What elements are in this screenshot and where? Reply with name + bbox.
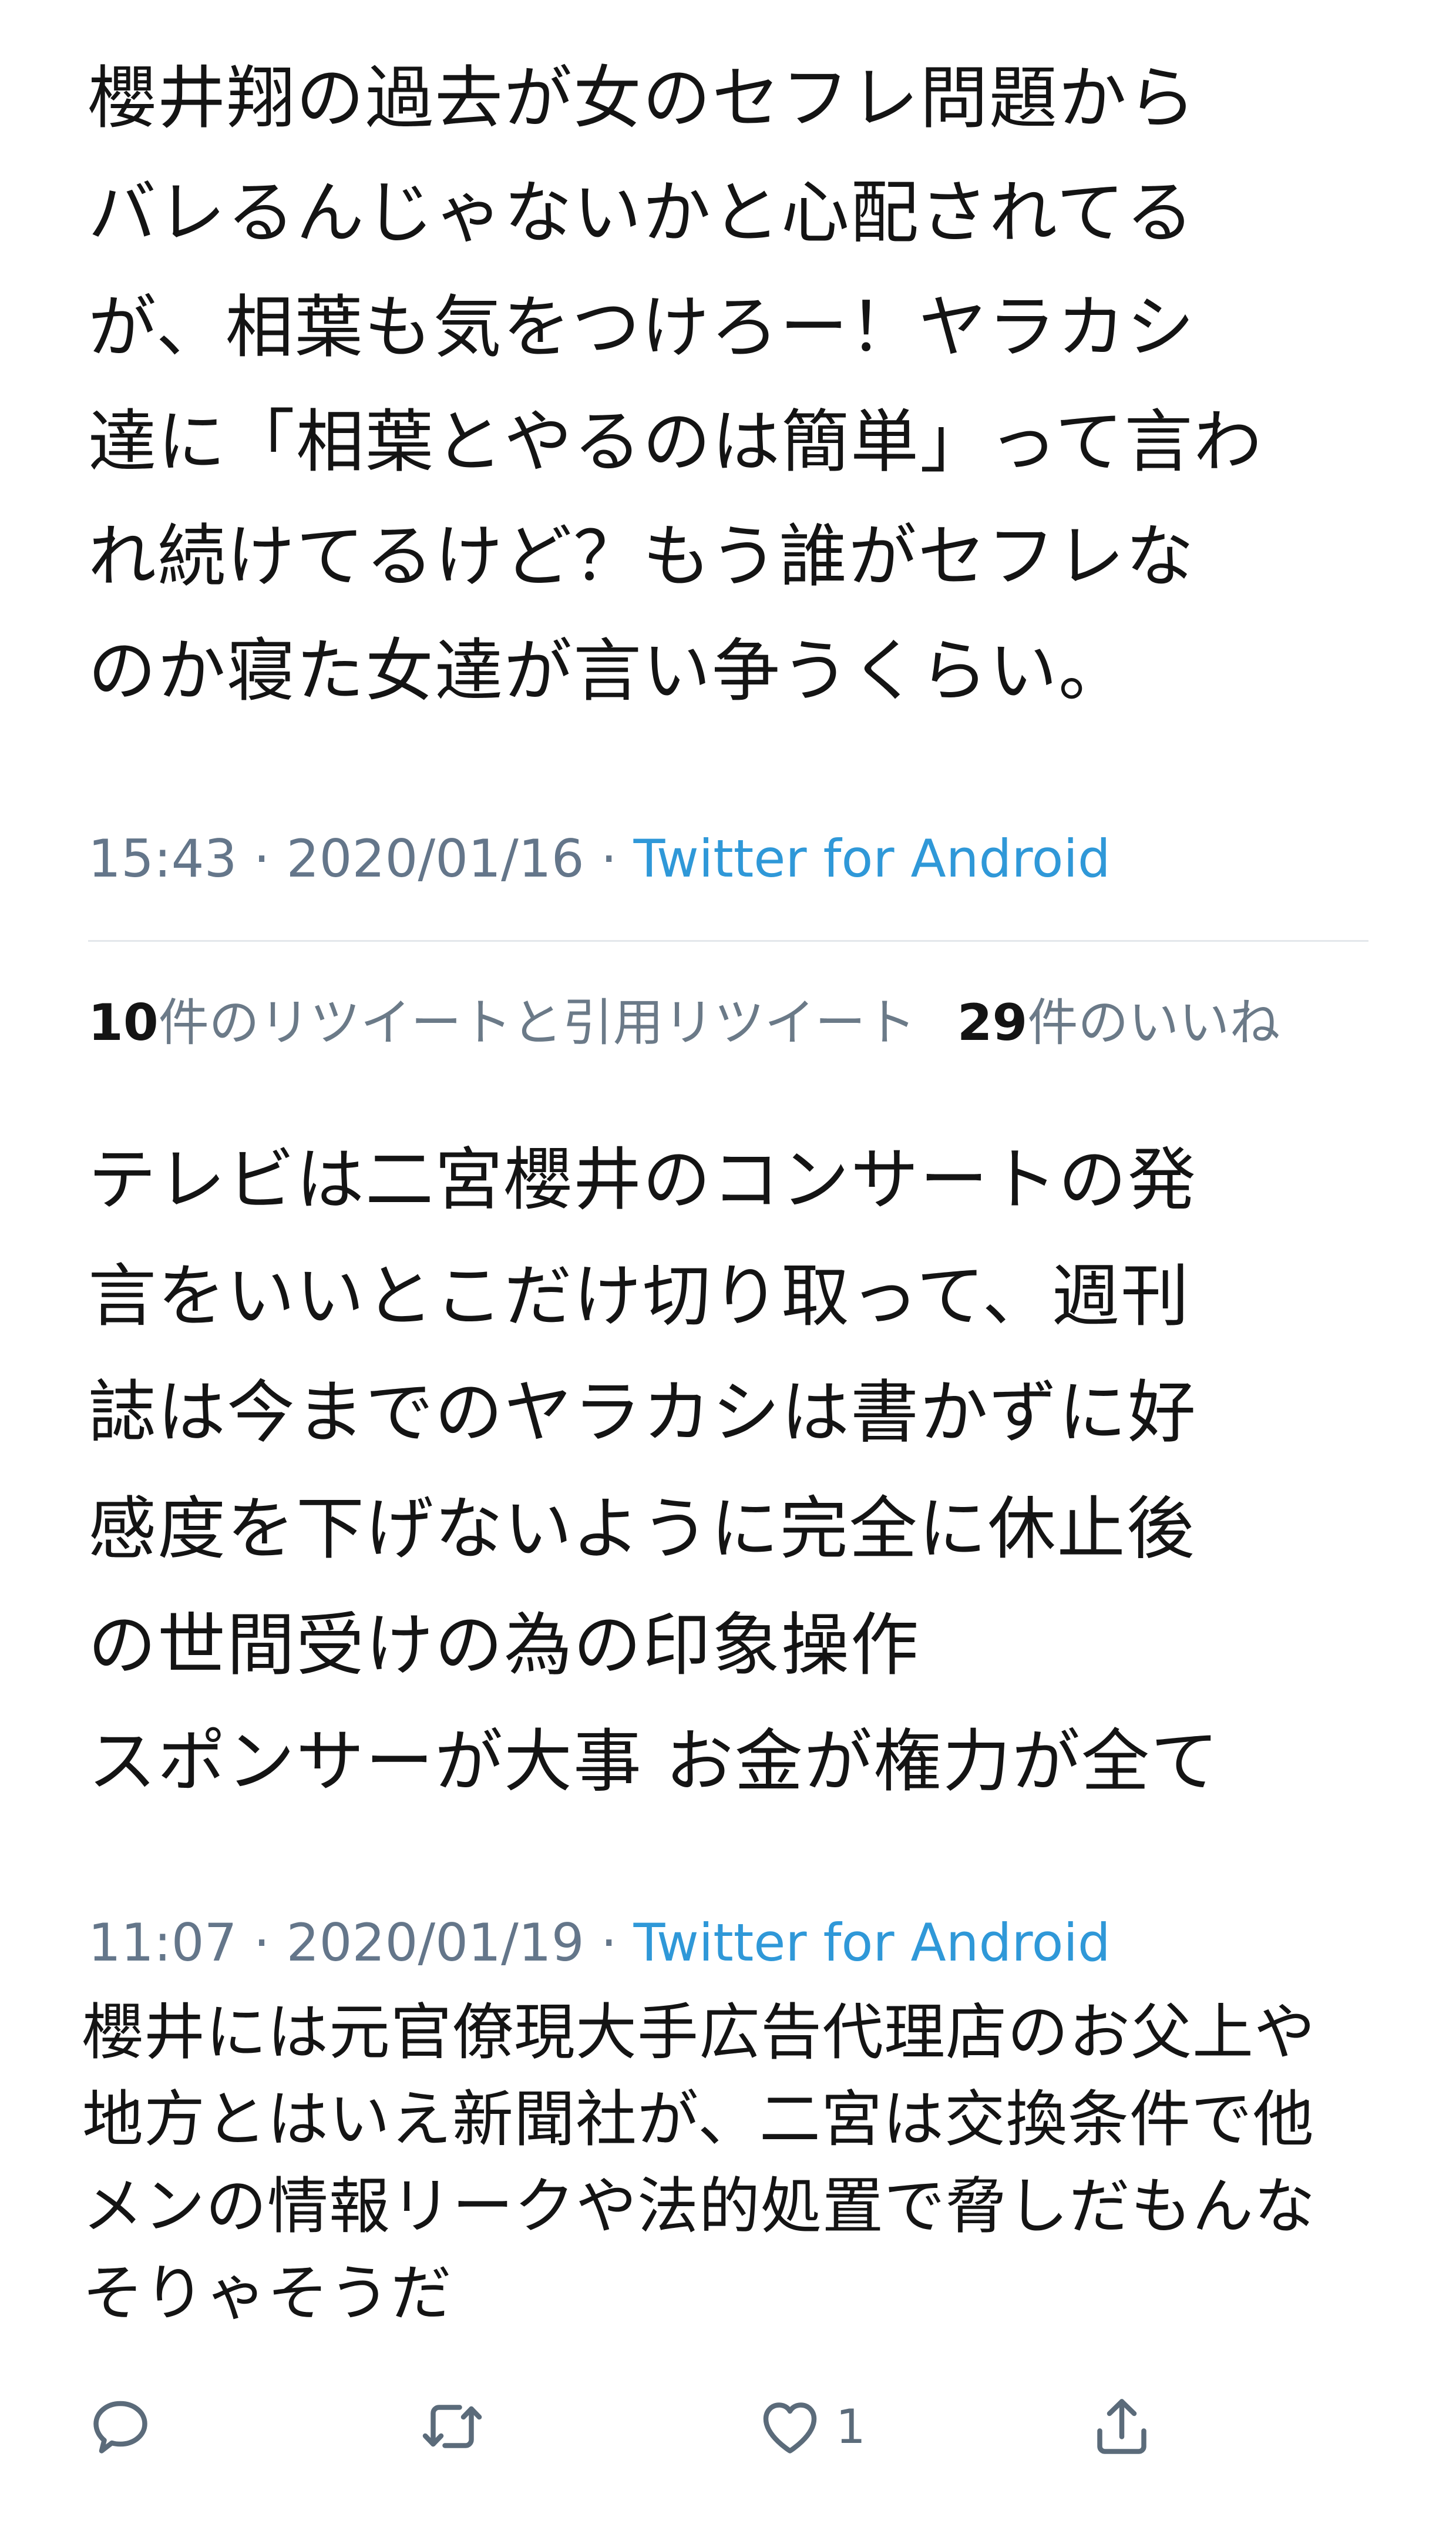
- tweet-1-source-link[interactable]: Twitter for Android: [634, 828, 1111, 889]
- reply-icon: [93, 2401, 147, 2453]
- tweet-2-meta: 11:07 · 2020/01/19 · Twitter for Android: [88, 1912, 1111, 1973]
- tweet-1-meta: 15:43 · 2020/01/16 · Twitter for Android: [88, 828, 1111, 889]
- tweet-2-timestamp[interactable]: 11:07 · 2020/01/19 ·: [88, 1912, 634, 1973]
- reply-line: 地方とはいえ新聞社が、二宮は交換条件で他: [82, 2083, 1314, 2155]
- tweet-2-line: 言をいいとこだけ切り取って、週刊: [88, 1257, 1191, 1336]
- tweet-2-line: スポンサーが大事 お金が権力が全て: [88, 1722, 1220, 1801]
- tweet-2-source-link[interactable]: Twitter for Android: [634, 1912, 1111, 1973]
- tweet-1-line: バレるんじゃないかと心配されてる: [88, 173, 1195, 253]
- reply-text: 櫻井には元官僚現大手広告代理店のお父上や 地方とはいえ新聞社が、二宮は交換条件で…: [82, 1989, 1386, 2337]
- reply-line: そりゃそうだ: [82, 2257, 453, 2329]
- like-count: 1: [836, 2399, 866, 2454]
- tweet-1-line: が、相葉も気をつけろー！ヤラカシ: [88, 288, 1196, 367]
- tweet-2-line: の世間受けの為の印象操作: [88, 1606, 920, 1685]
- retweet-icon: [422, 2405, 482, 2448]
- like-button[interactable]: 1: [755, 2385, 866, 2468]
- share-icon: [1097, 2399, 1146, 2454]
- tweet-1-line: のか寝た女達が言い争うくらい。: [88, 632, 1128, 711]
- tweet-1-text: 櫻井翔の過去が女のセフレ問題から バレるんじゃないかと心配されてる が、相葉も気…: [88, 41, 1368, 729]
- retweets-stat[interactable]: 10件のリツイートと引用リツイート: [88, 994, 916, 1052]
- retweets-label: 件のリツイートと引用リツイート: [158, 994, 916, 1052]
- reply-button[interactable]: [85, 2385, 156, 2468]
- tweet-2-text: テレビは二宮櫻井のコンサートの発 言をいいとこだけ切り取って、週刊 誌は今までの…: [88, 1122, 1368, 1820]
- heart-icon: [763, 2402, 817, 2453]
- tweet-1-stats: 10件のリツイートと引用リツイート 29件のいいね: [88, 981, 1280, 1055]
- tweet-1-line: 達に「相葉とやるのは簡単」って言わ: [88, 402, 1263, 482]
- reply-line: 櫻井には元官僚現大手広告代理店のお父上や: [82, 1996, 1316, 2068]
- retweets-count: 10: [88, 994, 159, 1052]
- tweet-2-line: 感度を下げないように完全に休止後: [88, 1489, 1196, 1569]
- tweet-1-line: 櫻井翔の過去が女のセフレ問題から: [88, 59, 1197, 138]
- tweet-1-timestamp[interactable]: 15:43 · 2020/01/16 ·: [88, 828, 634, 889]
- tweet-2-line: テレビは二宮櫻井のコンサートの発: [88, 1140, 1197, 1220]
- reply-line: メンの情報リークや法的処置で脅しだもんな: [82, 2170, 1316, 2242]
- action-bar: 1: [0, 2385, 1456, 2468]
- tweet-2-line: 誌は今までのヤラカシは書かずに好: [88, 1373, 1197, 1452]
- divider: [88, 940, 1368, 942]
- likes-count: 29: [957, 994, 1028, 1052]
- likes-label: 件のいいね: [1027, 994, 1280, 1052]
- tweet-1-line: れ続けてるけど？もう誰がセフレな: [88, 517, 1195, 596]
- retweet-button[interactable]: [417, 2385, 487, 2468]
- share-button[interactable]: [1087, 2385, 1157, 2468]
- likes-stat[interactable]: 29件のいいね: [957, 994, 1280, 1052]
